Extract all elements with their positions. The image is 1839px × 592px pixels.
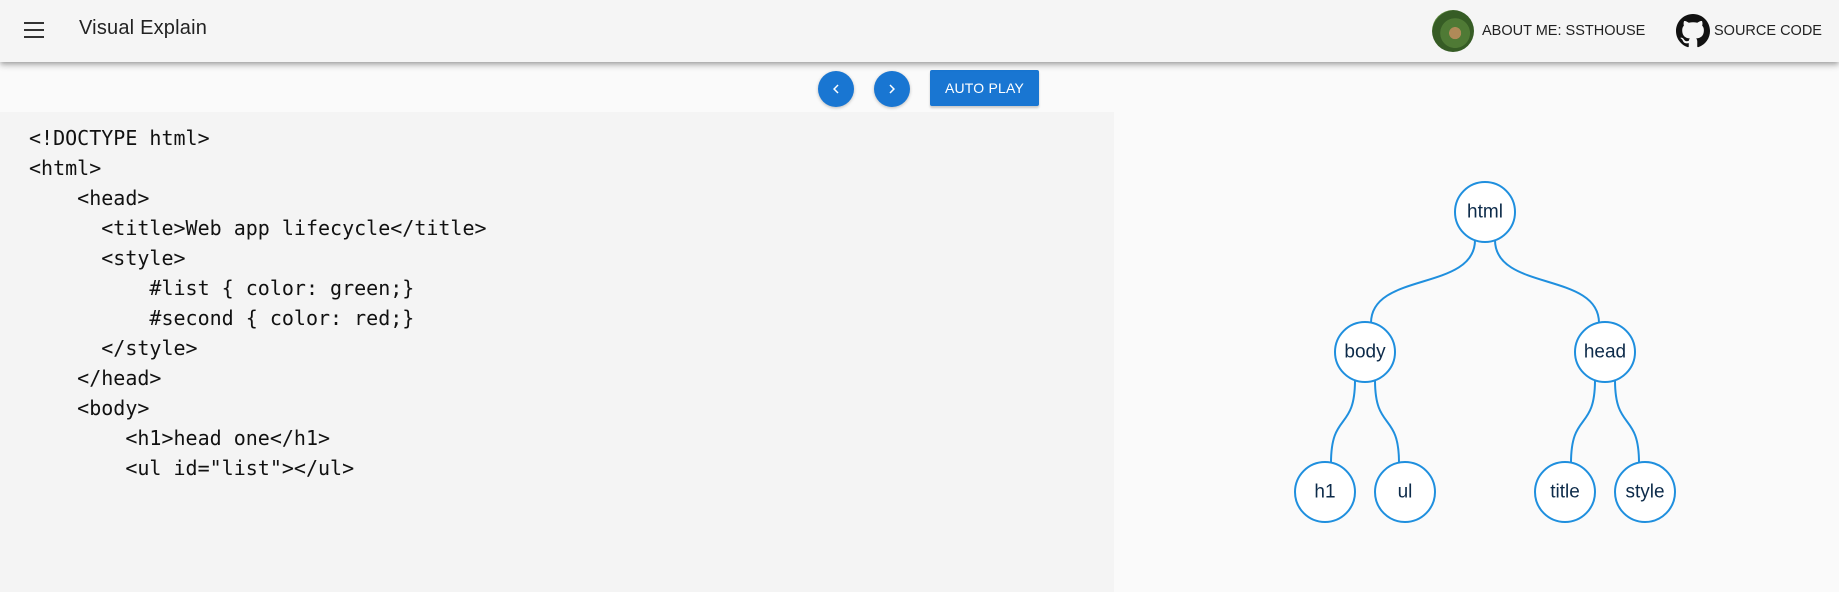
tree-edge-html-head [1494, 239, 1600, 324]
chevron-right-icon [889, 84, 895, 94]
code-line: </head> [29, 366, 162, 390]
next-step-button[interactable] [874, 71, 910, 107]
tree-node-label: body [1344, 342, 1386, 363]
code-line: <h1>head one</h1> [29, 426, 331, 450]
tree-node-label: ul [1398, 482, 1413, 503]
auto-play-button[interactable]: AUTO PLAY [930, 70, 1039, 106]
code-line: <html> [29, 156, 102, 180]
source-code-link[interactable]: SOURCE CODE [1674, 10, 1822, 52]
code-line: <ul id="list"></ul> [29, 456, 355, 480]
code-line: <!DOCTYPE html> [29, 126, 210, 150]
source-code-label: SOURCE CODE [1714, 23, 1822, 39]
dom-tree-panel: html body head h1 ul title style [1114, 112, 1839, 592]
tree-node-h1: h1 [1294, 461, 1356, 523]
avatar [1432, 10, 1474, 52]
app-bar: Visual Explain ABOUT ME: SSTHOUSE SOURCE… [0, 0, 1839, 62]
about-me-link[interactable]: ABOUT ME: SSTHOUSE [1432, 10, 1645, 52]
tree-node-body: body [1334, 321, 1396, 383]
tree-edge-head-title [1570, 379, 1596, 464]
code-line: <title>Web app lifecycle</title> [29, 216, 487, 240]
code-line: #second { color: red;} [29, 306, 415, 330]
tree-edge-body-h1 [1330, 379, 1356, 464]
github-icon [1674, 12, 1712, 50]
code-panel: <!DOCTYPE html> <html> <head> <title>Web… [0, 112, 1114, 592]
code-line: <body> [29, 396, 150, 420]
about-me-label: ABOUT ME: SSTHOUSE [1482, 23, 1646, 39]
code-line: #list { color: green;} [29, 276, 415, 300]
tree-edge-html-body [1370, 239, 1476, 324]
tree-node-label: html [1467, 202, 1503, 223]
code-line: <style> [29, 246, 186, 270]
tree-node-label: title [1550, 482, 1580, 503]
dom-tree-diagram: html body head h1 ul title style [1294, 181, 1676, 523]
app-title: Visual Explain [79, 17, 208, 39]
tree-node-html: html [1454, 181, 1516, 243]
tree-node-style: style [1614, 461, 1676, 523]
tree-node-ul: ul [1374, 461, 1436, 523]
chevron-left-icon [833, 84, 839, 94]
tree-edge-body-ul [1374, 379, 1400, 464]
tree-node-label: style [1625, 482, 1664, 503]
code-line: </style> [29, 336, 198, 360]
tree-node-head: head [1574, 321, 1636, 383]
tree-node-title: title [1534, 461, 1596, 523]
menu-icon[interactable] [14, 12, 54, 48]
code-line: <head> [29, 186, 150, 210]
tree-node-label: h1 [1314, 482, 1335, 503]
playback-controls: AUTO PLAY [0, 62, 1839, 112]
tree-edge-head-style [1614, 379, 1640, 464]
previous-step-button[interactable] [818, 71, 854, 107]
tree-node-label: head [1584, 342, 1626, 363]
